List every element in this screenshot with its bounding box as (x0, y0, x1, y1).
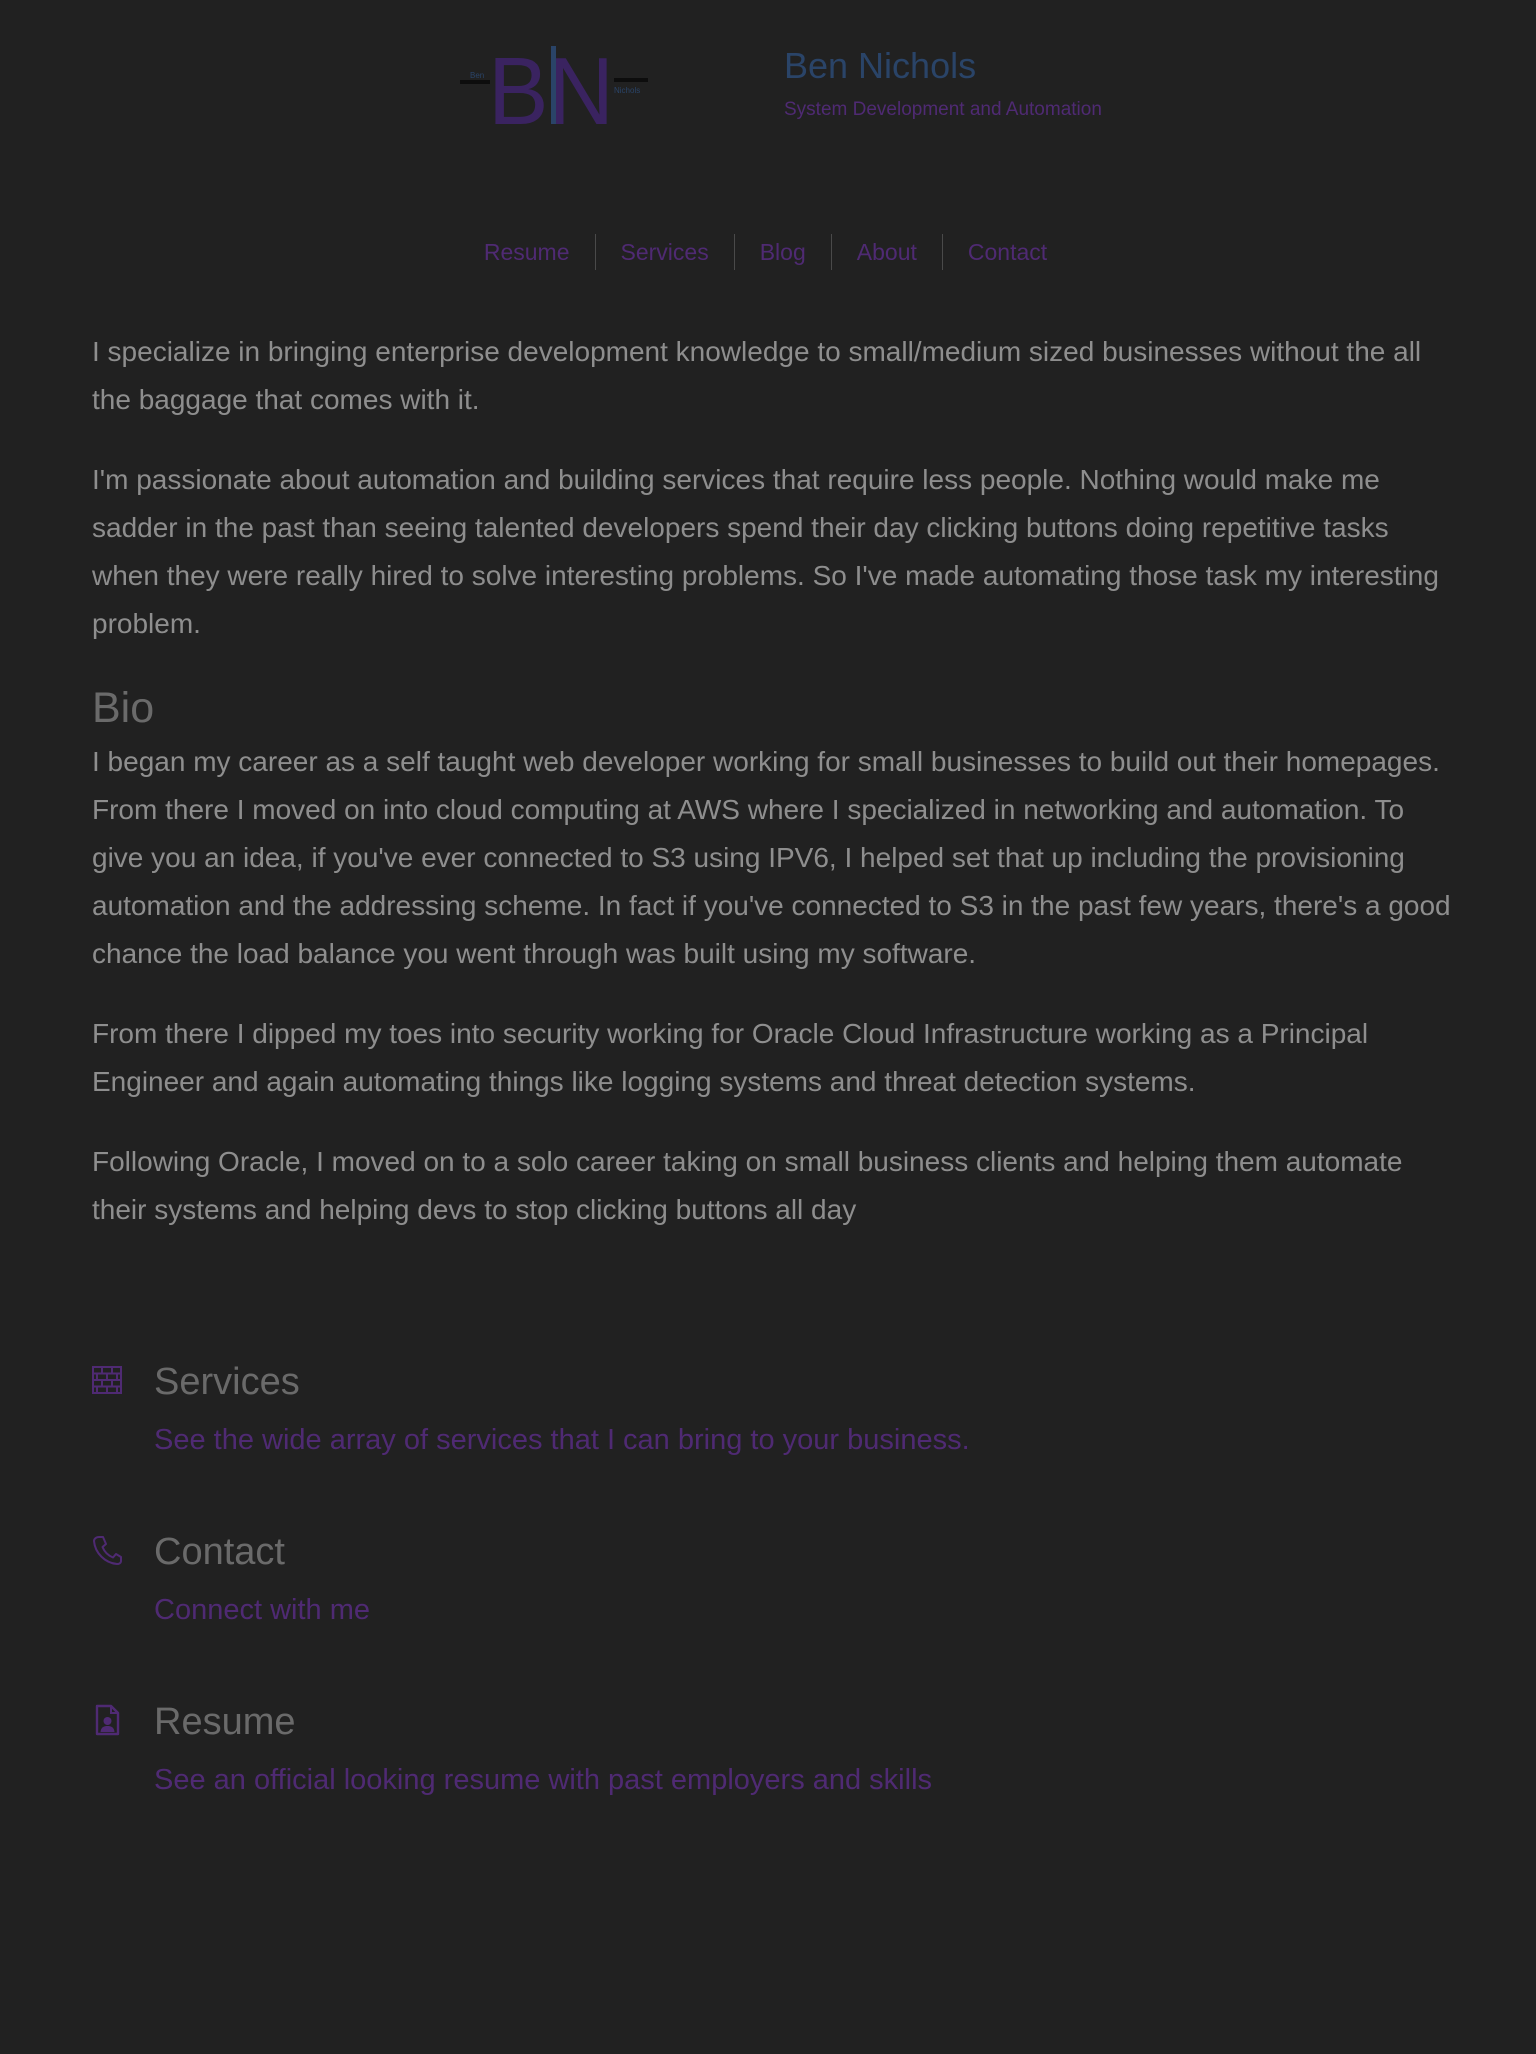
main-nav: Resume Services Blog About Contact (0, 232, 1536, 272)
nav-item-blog[interactable]: Blog (735, 233, 831, 271)
contact-link[interactable]: Connect with me (154, 1590, 370, 1630)
logo-divider-stroke (551, 46, 556, 124)
bio-paragraph: Following Oracle, I moved on to a solo c… (92, 1146, 1403, 1225)
phone-icon (93, 1536, 122, 1565)
site-title[interactable]: Ben Nichols (784, 44, 976, 88)
bio-paragraph: From there I dipped my toes into securit… (92, 1018, 1369, 1097)
resume-document-icon (95, 1704, 120, 1736)
nav-item-resume[interactable]: Resume (459, 233, 595, 271)
logo-text-ben: Ben (470, 71, 484, 80)
site-subtitle: System Development and Automation (784, 99, 1102, 120)
nav-item-contact[interactable]: Contact (943, 233, 1072, 271)
feature-title: Contact (154, 1531, 285, 1573)
services-link[interactable]: See the wide array of services that I ca… (154, 1420, 970, 1460)
feature-title: Services (154, 1361, 300, 1403)
nav-item-services[interactable]: Services (596, 233, 734, 271)
feature-title: Resume (154, 1701, 296, 1743)
intro-paragraph: I'm passionate about automation and buil… (92, 464, 1439, 639)
logo-left-bar (460, 80, 490, 84)
logo-right-bar (614, 78, 648, 82)
brick-wall-icon (92, 1366, 122, 1394)
logo-text-nichols: Nichols (614, 86, 640, 95)
nav-item-about[interactable]: About (832, 233, 942, 271)
bio-paragraph: I began my career as a self taught web d… (92, 746, 1451, 969)
intro-paragraph: I specialize in bringing enterprise deve… (92, 336, 1422, 415)
bn-logo[interactable]: Ben Nichols BN (458, 40, 650, 130)
bio-heading: Bio (92, 684, 155, 732)
resume-link[interactable]: See an official looking resume with past… (154, 1760, 932, 1800)
main-content: I specialize in bringing enterprise deve… (92, 328, 1452, 1234)
